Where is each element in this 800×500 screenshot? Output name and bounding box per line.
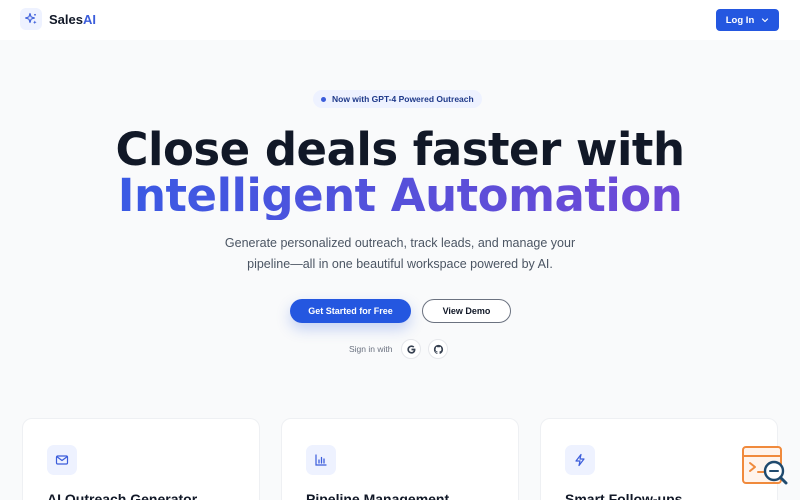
- feature-card-title: Smart Follow-ups: [565, 491, 683, 500]
- hero-subtitle-line1: Generate personalized outreach, track le…: [224, 236, 576, 250]
- brand-name-suffix: AI: [82, 11, 96, 27]
- feature-card-pipeline[interactable]: Pipeline Management: [281, 418, 519, 500]
- feature-card-outreach[interactable]: AI Outreach Generator: [22, 418, 260, 500]
- brand-name-prefix: Sales: [49, 11, 83, 27]
- mail-icon: [47, 445, 77, 475]
- hero-subtitle-line2: pipeline—all in one beautiful workspace …: [247, 257, 553, 271]
- announcement-badge: Now with GPT-4 Powered Outreach: [313, 90, 482, 108]
- feature-card-title: Pipeline Management: [306, 491, 450, 500]
- lightning-icon: [565, 445, 595, 475]
- google-icon: [407, 344, 416, 354]
- brand-name: SalesAI: [49, 12, 96, 27]
- badge-dot: [321, 96, 326, 102]
- badge-text: Now with GPT-4 Powered Outreach: [332, 94, 474, 104]
- google-signin-button[interactable]: [401, 339, 422, 359]
- get-started-button[interactable]: Get Started for Free: [290, 299, 411, 323]
- top-nav: SalesAI Log In: [0, 0, 800, 40]
- hero-title-line2: Intelligent Automation: [0, 172, 800, 220]
- brand-logo[interactable]: SalesAI: [20, 8, 96, 30]
- floating-inspect-widget[interactable]: [742, 446, 788, 488]
- code-search-icon: [742, 446, 788, 485]
- chevron-down-icon: [762, 18, 769, 23]
- login-button-label: Log In: [725, 14, 755, 26]
- sparkles-icon: [20, 8, 42, 30]
- bar-chart-icon: [306, 445, 336, 475]
- hero-title-line1: Close deals faster with: [115, 123, 685, 176]
- github-icon: [433, 344, 444, 354]
- signin-label: Sign in with: [349, 344, 393, 354]
- social-signin: Sign in with: [349, 339, 449, 359]
- feature-card-title: AI Outreach Generator: [47, 491, 198, 500]
- login-button[interactable]: Log In: [716, 9, 779, 31]
- view-demo-button[interactable]: View Demo: [422, 299, 511, 323]
- github-signin-button[interactable]: [428, 339, 449, 359]
